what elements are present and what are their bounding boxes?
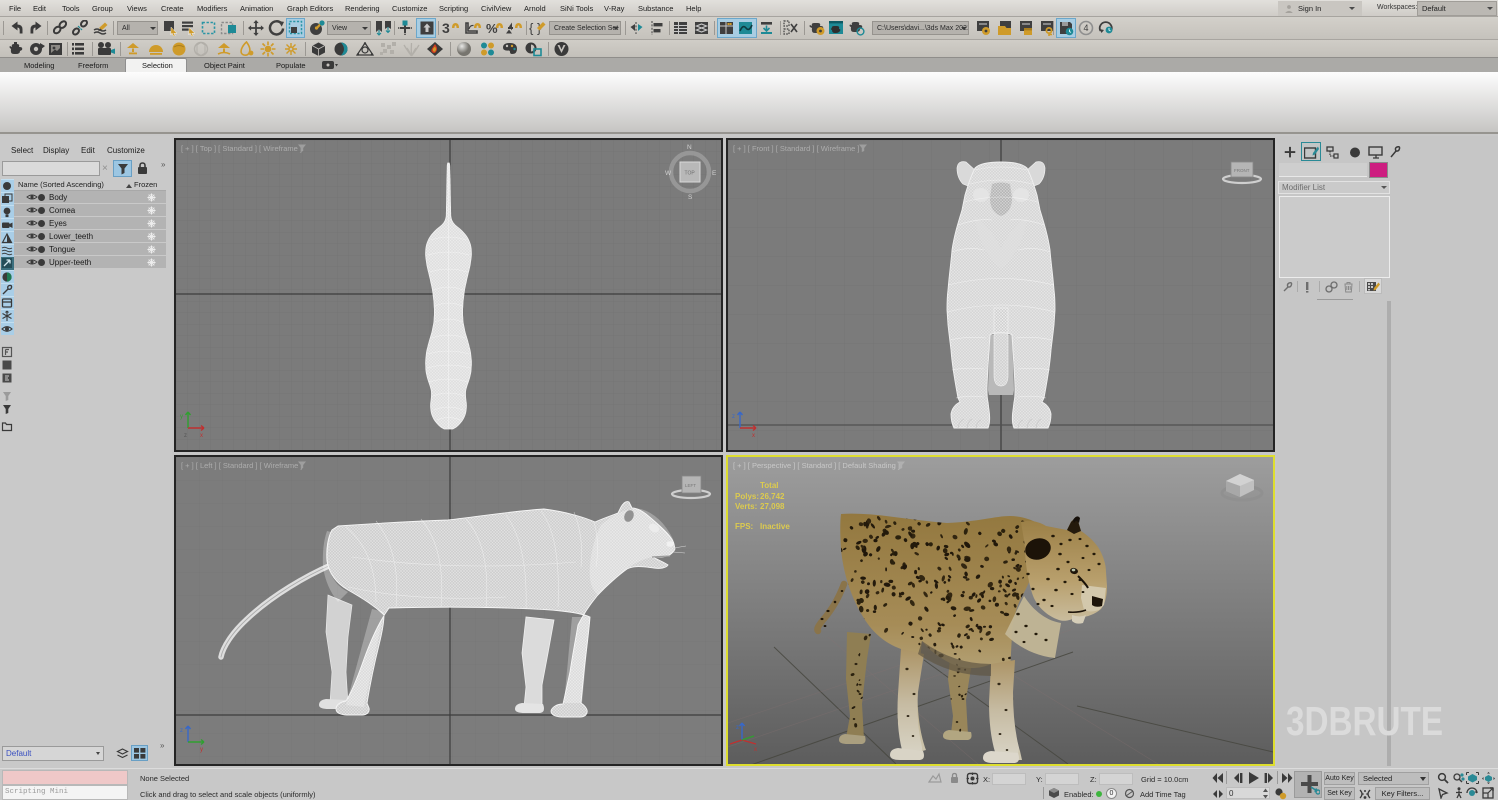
svg-text:z: z <box>732 414 735 420</box>
svg-text:Inactive: Inactive <box>760 522 790 531</box>
svg-text:[ + ] [ Front ] [ Standard ] [: [ + ] [ Front ] [ Standard ] [ Wireframe… <box>733 144 860 153</box>
svg-text:x: x <box>754 747 757 753</box>
svg-text:[ + ] [ Left ] [ Standard ] [: [ + ] [ Left ] [ Standard ] [ Wireframe … <box>181 461 303 470</box>
svg-text:26,742: 26,742 <box>760 492 785 501</box>
svg-text:FRONT: FRONT <box>1234 168 1250 173</box>
svg-text:3DBRUTE: 3DBRUTE <box>1286 704 1443 740</box>
svg-text:4: 4 <box>1084 23 1089 33</box>
svg-text:y: y <box>180 414 183 420</box>
svg-text:x: x <box>752 433 755 439</box>
svg-text:S: S <box>688 194 693 201</box>
svg-text:[ + ] [ Perspective ] [ Standa: [ + ] [ Perspective ] [ Standard ] [ Def… <box>733 461 900 470</box>
svg-text:27,098: 27,098 <box>760 502 785 511</box>
svg-text:Verts:: Verts: <box>735 502 757 511</box>
svg-text:y: y <box>200 747 203 753</box>
svg-text:z: z <box>180 728 183 734</box>
svg-text:3: 3 <box>442 20 450 36</box>
svg-text:TOP: TOP <box>685 171 696 177</box>
svg-text:[ + ] [ Top ] [ Standard ] [ W: [ + ] [ Top ] [ Standard ] [ Wireframe ] <box>181 144 302 153</box>
svg-text:z: z <box>736 725 739 731</box>
svg-text:N: N <box>687 144 692 151</box>
svg-text:%: % <box>486 21 498 36</box>
svg-text:E: E <box>712 170 717 177</box>
svg-text:FPS:: FPS: <box>735 522 753 531</box>
svg-text:LEFT: LEFT <box>685 483 696 488</box>
svg-text:z: z <box>184 433 187 439</box>
svg-text:Total: Total <box>760 481 779 490</box>
svg-text:x: x <box>200 433 203 439</box>
svg-text:W: W <box>665 170 672 177</box>
svg-text:Polys:: Polys: <box>735 492 759 501</box>
